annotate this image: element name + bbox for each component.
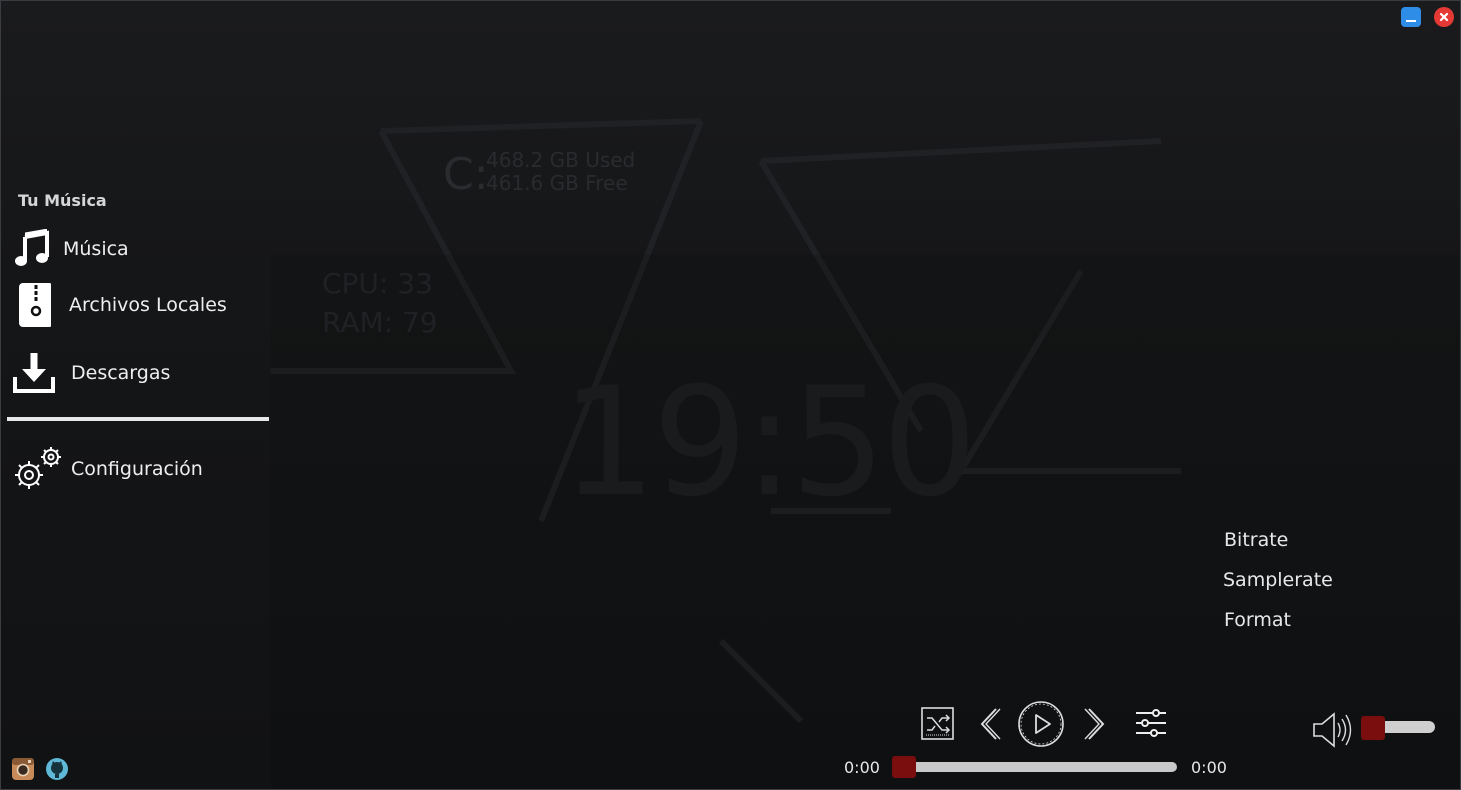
- seek-bar[interactable]: [899, 762, 1177, 772]
- music-note-icon: [11, 227, 63, 271]
- sidebar-item-label: Descargas: [71, 362, 171, 384]
- close-icon: [1439, 12, 1449, 22]
- sidebar-item-label: Configuración: [71, 458, 203, 480]
- total-time: 0:00: [1191, 758, 1227, 777]
- bitrate-label: Bitrate: [1224, 529, 1289, 551]
- format-label: Format: [1224, 609, 1291, 631]
- sidebar-item-archivos-locales[interactable]: Archivos Locales: [11, 283, 227, 327]
- sidebar-section-title: Tu Música: [18, 191, 107, 210]
- instagram-icon[interactable]: [12, 758, 34, 780]
- next-track-button[interactable]: [1083, 707, 1109, 741]
- sidebar-item-musica[interactable]: Música: [11, 227, 129, 271]
- play-icon: [1018, 701, 1064, 747]
- play-button[interactable]: [1017, 700, 1065, 748]
- equalizer-button[interactable]: [1134, 706, 1168, 740]
- equalizer-icon: [1136, 709, 1166, 737]
- volume-handle[interactable]: [1360, 716, 1385, 740]
- sidebar-divider: [7, 417, 269, 421]
- chevron-left-icon: [980, 708, 1001, 740]
- gears-icon: [11, 447, 63, 491]
- sidebar-item-configuracion[interactable]: Configuración: [11, 447, 203, 491]
- sidebar-item-label: Archivos Locales: [69, 294, 227, 316]
- shuffle-button[interactable]: [921, 707, 954, 740]
- previous-track-button[interactable]: [976, 707, 1002, 741]
- close-button[interactable]: [1434, 7, 1454, 27]
- minimize-icon: [1406, 20, 1416, 22]
- volume-icon[interactable]: [1312, 709, 1352, 751]
- minimize-button[interactable]: [1401, 7, 1421, 27]
- zip-file-icon: [11, 283, 63, 327]
- samplerate-label: Samplerate: [1223, 569, 1333, 591]
- sidebar: Tu Música Música Archivos Locales Descar…: [1, 1, 271, 789]
- seek-handle[interactable]: [892, 756, 916, 778]
- sidebar-item-descargas[interactable]: Descargas: [11, 351, 170, 395]
- main-content-area: [271, 255, 1460, 789]
- app-window: C: 468.2 GB Used 461.6 GB Free CPU: 33 R…: [0, 0, 1461, 790]
- download-icon: [11, 351, 63, 395]
- wallpaper-drive-free: 461.6 GB Free: [486, 171, 628, 195]
- chevron-right-icon: [1084, 708, 1105, 740]
- github-icon[interactable]: [45, 757, 69, 781]
- sidebar-item-label: Música: [63, 238, 129, 260]
- wallpaper-drive-letter: C:: [443, 149, 489, 200]
- wallpaper-drive-used: 468.2 GB Used: [486, 148, 636, 172]
- current-time: 0:00: [844, 758, 880, 777]
- shuffle-icon: [921, 707, 954, 740]
